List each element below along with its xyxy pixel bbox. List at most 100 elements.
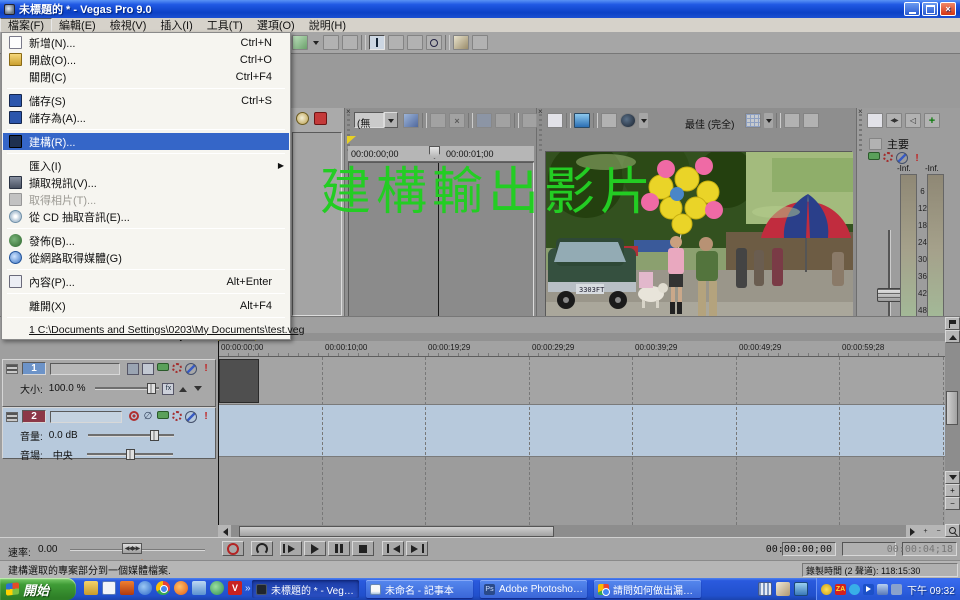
phase-invert-icon[interactable] [142, 411, 154, 423]
fx-gear-icon[interactable] [883, 152, 893, 162]
preview-quality-label[interactable]: 最佳 (完全) [685, 116, 734, 131]
grid-overlay-icon[interactable] [745, 113, 761, 128]
properties-icon[interactable] [547, 113, 563, 128]
timeline-playhead[interactable] [218, 341, 219, 525]
track-motion-icon[interactable] [127, 363, 139, 375]
properties-icon[interactable] [867, 113, 883, 128]
firefox-icon[interactable] [174, 581, 188, 595]
mediaplayer-icon[interactable] [863, 584, 874, 595]
master-fader-handle[interactable] [877, 288, 902, 302]
track2-header[interactable]: 2 音量: 0.0 dB 音場: 中央 [2, 407, 216, 459]
minimize-button[interactable] [904, 2, 920, 16]
track1-size-value[interactable]: 100.0 % [49, 383, 86, 394]
track2-pan-value[interactable]: 中央 [53, 447, 73, 462]
cursor-timecode[interactable]: 00:00:00;00 [782, 542, 836, 556]
pen-icon[interactable] [776, 582, 790, 596]
timeline-ruler[interactable]: 00:00:00;0000:00:10;0000:00:19;2900:00:2… [218, 341, 945, 357]
close-panel-icon[interactable]: × [538, 108, 543, 116]
mute-icon[interactable] [896, 152, 908, 164]
vscrollbar-track[interactable] [945, 343, 960, 471]
folder-icon[interactable] [84, 581, 98, 595]
fx-gear-icon[interactable] [172, 363, 182, 373]
slider-handle[interactable] [147, 383, 156, 394]
zoom-in-vertical-button[interactable]: + [945, 484, 960, 497]
child-down-icon[interactable] [192, 383, 204, 395]
ie-icon[interactable] [138, 581, 152, 595]
close-panel-icon[interactable]: × [346, 108, 351, 116]
file-menu-item[interactable]: 從網路取得媒體(G) [3, 249, 289, 266]
mute-icon[interactable] [185, 411, 197, 423]
file-menu-item[interactable]: 儲存為(A)... [3, 109, 289, 126]
play-from-start-button[interactable] [280, 541, 302, 556]
fx-gear-icon[interactable] [172, 411, 182, 421]
network-icon[interactable] [877, 584, 888, 595]
save-icon[interactable] [476, 113, 492, 128]
record-arm-icon[interactable] [129, 411, 139, 421]
track2-pan-slider[interactable] [87, 453, 173, 456]
automation-mode-icon[interactable] [157, 363, 169, 371]
chevron-down-icon[interactable] [384, 112, 398, 128]
envelope-edit-tool-icon[interactable] [388, 35, 404, 50]
history-clock-icon[interactable] [296, 112, 309, 125]
mark-in-icon[interactable] [522, 113, 538, 128]
title-bar[interactable]: 未標題的 * - Vegas Pro 9.0 × [0, 0, 960, 18]
menubar-item-2[interactable]: 檢視(V) [103, 18, 154, 32]
document-icon[interactable] [102, 581, 116, 595]
taskbar-window-0[interactable]: 未標題的 * - Vegas P... [252, 580, 359, 598]
media-generators-icon[interactable] [403, 113, 419, 128]
file-menu-item[interactable]: 內容(P)...Alt+Enter [3, 273, 289, 290]
close-x-icon[interactable] [449, 113, 465, 128]
pause-button[interactable] [328, 541, 350, 556]
mail-icon[interactable] [192, 581, 206, 595]
track-menu-icon[interactable] [6, 364, 18, 374]
track2-volume-slider[interactable] [88, 434, 174, 437]
slider-handle[interactable] [150, 430, 159, 441]
file-menu-item[interactable]: 儲存(S)Ctrl+S [3, 92, 289, 109]
zoom-edit-tool-icon[interactable] [426, 35, 442, 50]
winamp-icon[interactable] [120, 581, 134, 595]
go-to-start-button[interactable] [382, 541, 404, 556]
selection-end-timecode[interactable]: 00:00:04;18 [902, 542, 957, 556]
close-button[interactable]: × [940, 2, 956, 16]
zoom-tool-button[interactable] [945, 524, 960, 537]
rate-slider-handle[interactable]: ◀◀▶▶ [122, 543, 142, 554]
loop-region-bar[interactable] [218, 333, 945, 341]
scroll-down-button[interactable] [945, 471, 960, 484]
chrome-icon[interactable] [156, 581, 170, 595]
track1-size-slider[interactable] [95, 387, 159, 390]
event-pan-icon[interactable] [292, 35, 308, 50]
overflow-chevron[interactable]: » [245, 583, 251, 594]
external-monitor-icon[interactable] [574, 113, 590, 128]
track1-name-field[interactable] [50, 363, 120, 375]
maximize-button[interactable] [922, 2, 938, 16]
preview-quality-icon[interactable] [620, 113, 636, 128]
file-menu-item[interactable]: 發佈(B)... [3, 232, 289, 249]
file-menu-item[interactable]: 關閉(C)Ctrl+F4 [3, 68, 289, 85]
file-menu-item[interactable]: 開啟(O)...Ctrl+O [3, 51, 289, 68]
menubar-item-4[interactable]: 工具(T) [200, 18, 250, 32]
panel-grip[interactable] [539, 114, 542, 154]
group-icon[interactable] [342, 35, 358, 50]
paint-tool-icon[interactable] [453, 35, 469, 50]
taskbar-window-2[interactable]: Adobe Photoshop - [... [480, 580, 587, 598]
track1-header[interactable]: 1 大小: 100.0 % [2, 359, 216, 407]
messenger-icon[interactable] [210, 581, 224, 595]
taskbar-clock[interactable]: 下午 09:32 [907, 582, 955, 597]
dropdown-arrow-icon[interactable] [764, 113, 773, 128]
marker-tool-button[interactable] [945, 317, 960, 330]
track2-number[interactable]: 2 [22, 410, 46, 423]
solo-icon[interactable] [911, 152, 923, 164]
track-menu-icon[interactable] [6, 412, 18, 422]
scrollbar-thumb[interactable] [239, 526, 554, 537]
mute-icon[interactable] [185, 363, 197, 375]
panel-grip[interactable] [859, 114, 862, 154]
empty-lane-area[interactable] [218, 457, 945, 525]
menubar-item-3[interactable]: 插入(I) [153, 18, 199, 32]
keyboard-icon[interactable] [758, 582, 772, 596]
file-menu-item[interactable]: 1 C:\Documents and Settings\0203\My Docu… [3, 321, 289, 338]
go-to-end-button[interactable] [406, 541, 428, 556]
zoom-out-vertical-button[interactable]: − [945, 497, 960, 510]
menubar-item-0[interactable]: 檔案(F) [0, 18, 52, 32]
downmix-icon[interactable] [886, 113, 902, 128]
scroll-up-button[interactable] [945, 330, 960, 343]
